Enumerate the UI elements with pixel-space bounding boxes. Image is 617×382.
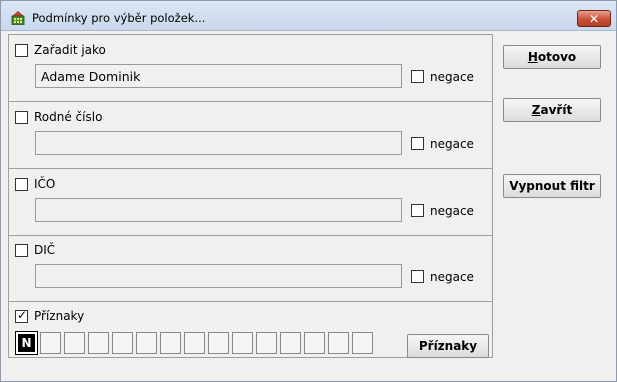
conditions-panel: Zařadit jako Adame Dominik negace Rodné … <box>8 34 493 358</box>
flag-box[interactable]: N <box>15 331 38 355</box>
dic-label: DIČ <box>34 243 56 257</box>
section-dic: DIČ negace <box>9 235 492 302</box>
dic-checkbox[interactable] <box>15 244 28 257</box>
ico-label: IČO <box>34 177 56 191</box>
ico-negation-label: negace <box>430 204 474 218</box>
zaradit-jako-checkbox[interactable] <box>15 44 28 57</box>
zaradit-jako-label: Zařadit jako <box>34 43 106 57</box>
ico-checkbox[interactable] <box>15 178 28 191</box>
dic-negation-checkbox[interactable] <box>411 270 424 283</box>
rodne-cislo-negation-checkbox[interactable] <box>411 137 424 150</box>
dialog-window: Podmínky pro výběr položek... ✕ Zařadit … <box>0 0 617 382</box>
section-priznaky: Příznaky N <box>9 301 492 363</box>
grid-house-icon <box>11 11 25 25</box>
flag-box[interactable] <box>352 332 373 354</box>
flag-box[interactable] <box>160 332 181 354</box>
flag-box[interactable] <box>136 332 157 354</box>
ico-negation-checkbox[interactable] <box>411 204 424 217</box>
actions-panel: Hotovo Zavřít Vypnout filtr <box>493 34 609 378</box>
priznaky-checkbox[interactable] <box>15 308 28 323</box>
flag-box[interactable] <box>328 332 349 354</box>
dic-negation-label: negace <box>430 270 474 284</box>
zaradit-jako-negation-label: negace <box>430 70 474 84</box>
window-title: Podmínky pro výběr položek... <box>32 11 206 25</box>
close-window-button[interactable]: ✕ <box>577 10 611 27</box>
section-rodne-cislo: Rodné číslo negace <box>9 102 492 169</box>
close-button[interactable]: Zavřít <box>503 98 601 122</box>
done-mnemonic: H <box>527 50 538 64</box>
flag-box[interactable] <box>232 332 253 354</box>
flag-box[interactable] <box>280 332 301 354</box>
rodne-cislo-checkbox[interactable] <box>15 111 28 124</box>
flag-box[interactable] <box>208 332 229 354</box>
filter-off-button[interactable]: Vypnout filtr <box>503 174 601 198</box>
close-icon: ✕ <box>588 11 600 26</box>
flag-box[interactable] <box>64 332 85 354</box>
dic-input[interactable] <box>35 264 402 288</box>
section-ico: IČO negace <box>9 169 492 236</box>
priznaky-label: Příznaky <box>34 309 85 323</box>
title-bar[interactable]: Podmínky pro výběr položek... ✕ <box>1 1 616 31</box>
flag-box[interactable] <box>184 332 205 354</box>
flag-box[interactable] <box>256 332 277 354</box>
rodne-cislo-negation-label: negace <box>430 137 474 151</box>
flag-box[interactable] <box>112 332 133 354</box>
rodne-cislo-input[interactable] <box>35 131 402 155</box>
zaradit-jako-input[interactable]: Adame Dominik <box>35 64 402 88</box>
dialog-client-area: Zařadit jako Adame Dominik negace Rodné … <box>1 31 616 381</box>
close-label-rest: avřít <box>540 103 573 117</box>
ico-input[interactable] <box>35 198 402 222</box>
flag-box[interactable] <box>88 332 109 354</box>
rodne-cislo-label: Rodné číslo <box>34 110 103 124</box>
priznaky-button[interactable]: Příznaky <box>407 334 489 358</box>
close-mnemonic: Z <box>531 103 541 117</box>
done-button[interactable]: Hotovo <box>503 45 601 69</box>
zaradit-jako-negation-checkbox[interactable] <box>411 70 424 83</box>
section-zaradit-jako: Zařadit jako Adame Dominik negace <box>9 35 492 102</box>
done-label-rest: otovo <box>537 50 577 64</box>
flag-box[interactable] <box>304 332 325 354</box>
flag-box[interactable] <box>40 332 61 354</box>
